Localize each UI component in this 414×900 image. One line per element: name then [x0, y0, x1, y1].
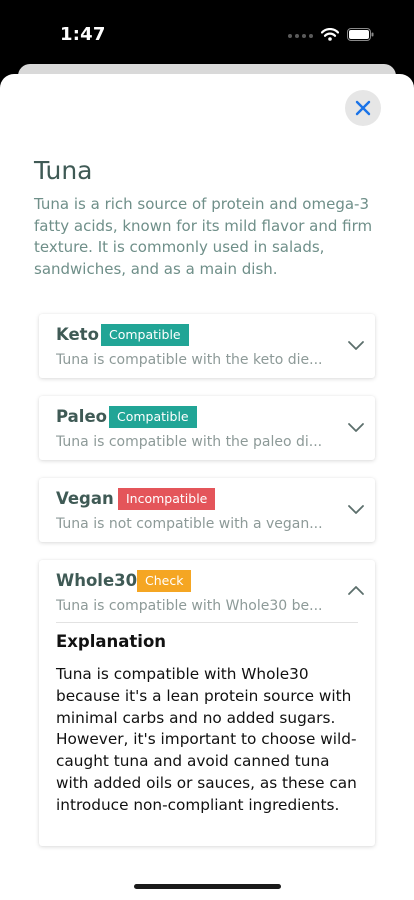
diet-card-header[interactable]: Whole30 Check Tuna is compatible with Wh… [39, 560, 375, 624]
diet-card-header[interactable]: Vegan Incompatible Tuna is not compatibl… [39, 478, 375, 542]
diet-summary: Tuna is not compatible with a vegan... [56, 516, 323, 532]
chevron-down-icon[interactable] [347, 503, 365, 515]
status-bar: 1:47 [0, 0, 414, 68]
food-description: Tuna is a rich source of protein and ome… [34, 195, 373, 278]
close-icon [355, 100, 371, 116]
status-badge: Incompatible [118, 488, 216, 510]
app-screen: 1:47 Tuna Tuna is a rich source of prote… [0, 0, 414, 900]
battery-icon [347, 26, 374, 45]
diet-name: Whole30 [56, 571, 138, 590]
diet-name: Vegan [56, 489, 114, 508]
cellular-dots-icon [288, 33, 313, 38]
diet-card-paleo[interactable]: Paleo Compatible Tuna is compatible with… [39, 396, 375, 460]
status-icons [288, 26, 374, 45]
close-button[interactable] [345, 90, 381, 126]
diet-summary: Tuna is compatible with Whole30 be... [56, 598, 323, 614]
diet-card-header[interactable]: Paleo Compatible Tuna is compatible with… [39, 396, 375, 460]
status-time: 1:47 [60, 24, 106, 45]
diet-card-vegan[interactable]: Vegan Incompatible Tuna is not compatibl… [39, 478, 375, 542]
diet-summary: Tuna is compatible with the paleo di... [56, 434, 323, 450]
diet-summary: Tuna is compatible with the keto die... [56, 352, 323, 368]
explanation-heading: Explanation [56, 632, 167, 651]
wifi-icon [320, 26, 340, 45]
status-badge: Compatible [109, 406, 197, 428]
diet-name: Keto [56, 325, 99, 344]
home-indicator[interactable] [134, 884, 281, 889]
chevron-down-icon[interactable] [347, 421, 365, 433]
chevron-down-icon[interactable] [347, 339, 365, 351]
divider [56, 622, 358, 623]
chevron-up-icon[interactable] [347, 585, 365, 597]
food-title: Tuna [34, 156, 93, 185]
diet-card-whole30[interactable]: Whole30 Check Tuna is compatible with Wh… [39, 560, 375, 846]
status-badge: Compatible [101, 324, 189, 346]
status-badge: Check [137, 570, 192, 592]
diet-name: Paleo [56, 407, 107, 426]
explanation-body: Tuna is compatible with Whole30 because … [56, 665, 357, 814]
diet-card-keto[interactable]: Keto Compatible Tuna is compatible with … [39, 314, 375, 378]
diet-card-header[interactable]: Keto Compatible Tuna is compatible with … [39, 314, 375, 378]
